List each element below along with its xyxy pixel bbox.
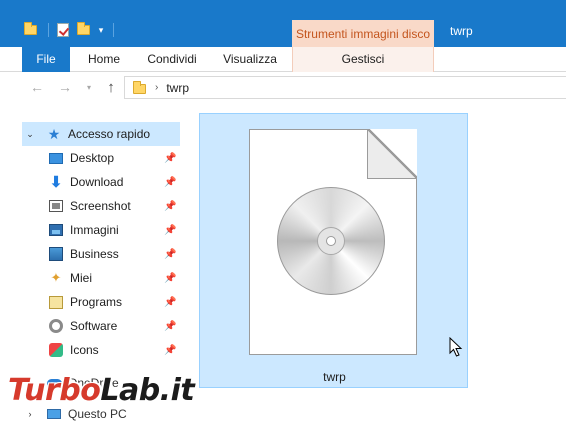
miei-folder-icon: ✦ <box>50 270 62 285</box>
pin-icon: 📌 <box>164 176 177 188</box>
sidebar-item-programs[interactable]: Programs 📌 <box>22 290 180 314</box>
properties-icon[interactable] <box>55 22 71 38</box>
watermark-text-a: Turbo <box>8 373 101 408</box>
up-arrow-icon[interactable]: ↑ <box>102 78 120 96</box>
tab-view[interactable]: Visualizza <box>214 47 286 72</box>
toolbar-separator <box>48 23 49 37</box>
star-icon: ★ <box>47 125 61 142</box>
context-tab-header: Strumenti immagini disco <box>292 20 434 47</box>
sidebar-item-label: Questo PC <box>68 407 127 421</box>
breadcrumb-separator-icon[interactable]: › <box>155 82 158 93</box>
pin-icon: 📌 <box>164 200 177 212</box>
sidebar-item-label: Software <box>70 319 118 333</box>
programs-folder-icon <box>48 294 64 310</box>
sidebar-item-software[interactable]: Software 📌 <box>22 314 180 338</box>
sidebar-item-label: Screenshot <box>70 199 131 213</box>
pin-icon: 📌 <box>164 320 177 332</box>
sidebar-item-label: Desktop <box>70 151 115 165</box>
sidebar-item-accesso-rapido[interactable]: ⌄ ★ Accesso rapido <box>22 122 180 146</box>
sidebar-item-label: Miei <box>70 271 93 285</box>
title-bar: ▾ Strumenti immagini disco twrp <box>0 0 566 47</box>
pin-icon: 📌 <box>164 344 177 356</box>
desktop-icon <box>48 150 64 166</box>
quick-access-toolbar: ▾ <box>22 20 120 40</box>
tab-manage[interactable]: Gestisci <box>292 47 434 72</box>
sidebar-item-screenshot[interactable]: Screenshot 📌 <box>22 194 180 218</box>
address-bar[interactable]: › twrp <box>124 76 566 99</box>
watermark-text-b: Lab.it <box>100 373 195 408</box>
recent-locations-chevron-icon[interactable]: ▾ <box>80 78 98 96</box>
sidebar-item-business[interactable]: Business 📌 <box>22 242 180 266</box>
pin-icon: 📌 <box>164 296 177 308</box>
download-icon: ⬇ <box>49 174 63 191</box>
tab-file[interactable]: File <box>22 47 70 72</box>
icons-folder-icon <box>48 342 64 358</box>
folder-icon[interactable] <box>22 22 38 38</box>
sidebar-item-label: Business <box>70 247 119 261</box>
breadcrumb-item[interactable]: twrp <box>166 81 189 95</box>
pin-icon: 📌 <box>164 248 177 260</box>
software-folder-icon <box>48 318 64 334</box>
file-name-label: twrp <box>323 370 346 384</box>
sidebar-item-icons[interactable]: Icons 📌 <box>22 338 180 362</box>
tab-home[interactable]: Home <box>80 47 128 72</box>
forward-arrow-icon[interactable]: → <box>56 78 74 96</box>
sidebar-item-download[interactable]: ⬇ Download 📌 <box>22 170 180 194</box>
pin-icon: 📌 <box>164 224 177 236</box>
sidebar-item-label: Icons <box>70 343 99 357</box>
back-arrow-icon[interactable]: ← <box>28 78 46 96</box>
pictures-icon <box>48 222 64 238</box>
sidebar-item-desktop[interactable]: Desktop 📌 <box>22 146 180 170</box>
ribbon-tabs: File Home Condividi Visualizza Gestisci <box>0 47 566 72</box>
customize-dropdown-icon[interactable]: ▾ <box>95 25 107 36</box>
file-item[interactable]: twrp <box>199 113 468 388</box>
this-pc-icon <box>46 406 62 422</box>
screenshot-folder-icon <box>48 198 64 214</box>
file-list-pane: twrp <box>190 102 566 433</box>
new-folder-icon[interactable] <box>75 22 91 38</box>
sidebar-item-miei[interactable]: ✦ Miei 📌 <box>22 266 180 290</box>
navigation-bar: ← → ▾ ↑ › twrp <box>0 73 566 102</box>
disc-image-file-icon <box>249 129 463 357</box>
folder-icon <box>133 81 146 94</box>
tab-share[interactable]: Condividi <box>138 47 206 72</box>
pin-icon: 📌 <box>164 272 177 284</box>
window-title: twrp <box>450 24 473 38</box>
sidebar-item-label: Programs <box>70 295 123 309</box>
sidebar-item-label: Accesso rapido <box>68 127 151 141</box>
disc-icon <box>277 187 385 295</box>
sidebar-item-label: Immagini <box>70 223 119 237</box>
toolbar-separator <box>113 23 114 37</box>
mouse-cursor-icon <box>449 337 463 357</box>
sidebar-item-immagini[interactable]: Immagini 📌 <box>22 218 180 242</box>
turbolab-watermark-logo: TurboLab.it <box>8 373 195 408</box>
sidebar-item-label: Download <box>70 175 124 189</box>
business-folder-icon <box>48 246 64 262</box>
pin-icon: 📌 <box>164 152 177 164</box>
expand-chevron-icon[interactable]: ⌄ <box>22 129 38 140</box>
expand-chevron-icon[interactable]: › <box>22 409 38 419</box>
